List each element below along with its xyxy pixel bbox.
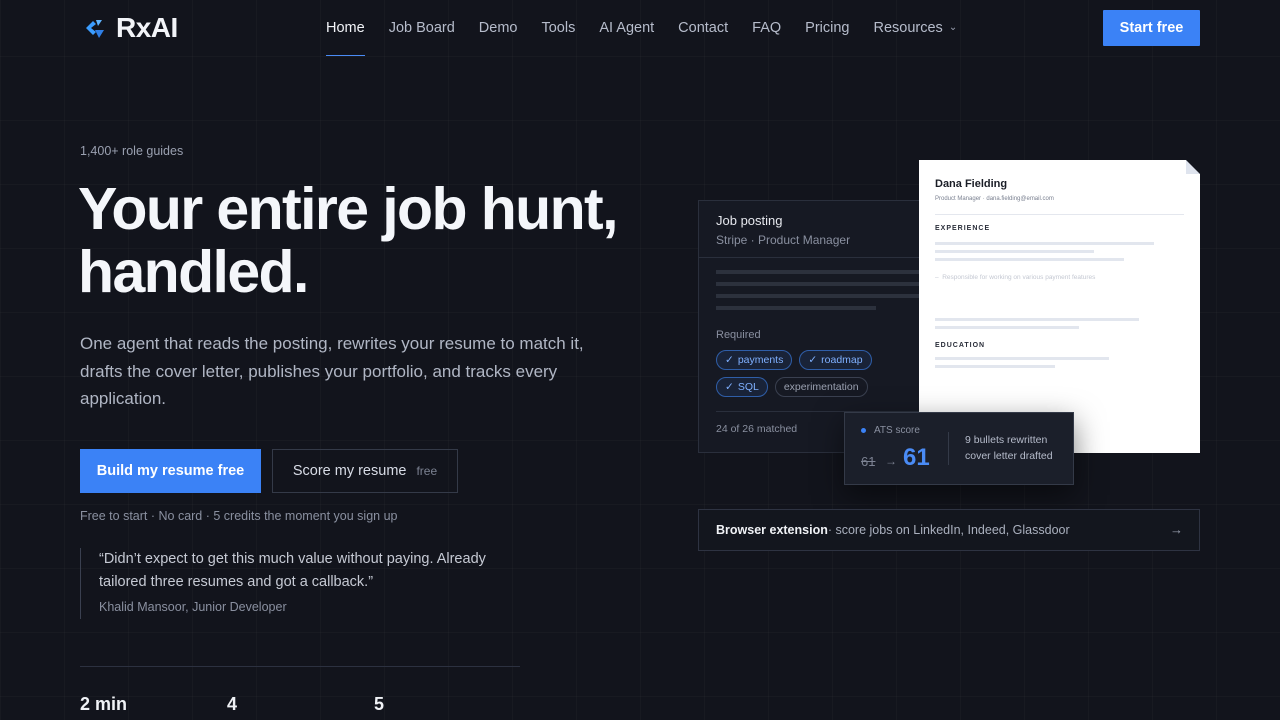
- skill-chip: ✓ roadmap: [799, 350, 872, 370]
- skill-chips: ✓ payments ✓ roadmap ✓ SQL experimentation: [716, 350, 916, 397]
- check-icon: ✓: [808, 354, 818, 366]
- logo-icon: [86, 20, 104, 38]
- matched-count: 24 of 26 matched: [716, 423, 798, 435]
- score-resume-label: Score my resume: [292, 463, 407, 479]
- ats-note-2: cover letter drafted: [965, 450, 1053, 462]
- resume-line: [935, 242, 1154, 245]
- divider: [948, 432, 949, 465]
- nav-link-faq[interactable]: FAQ: [740, 0, 793, 56]
- arrow-right-icon: →: [1170, 522, 1183, 537]
- divider: [80, 666, 520, 667]
- ats-label: ATS score: [874, 425, 920, 436]
- stat-value: 2 min: [80, 694, 128, 714]
- nav-link-contact[interactable]: Contact: [666, 0, 740, 56]
- status-dot-icon: [861, 428, 866, 433]
- job-posting-title: Job posting: [716, 213, 783, 228]
- nav-link-tools[interactable]: Tools: [529, 0, 587, 56]
- placeholder-line: [716, 306, 876, 310]
- eyebrow: 1,400+ role guides: [80, 144, 184, 158]
- required-label: Required: [716, 329, 761, 341]
- resume-name: Dana Fielding: [935, 178, 1008, 190]
- arrow-right-icon: →: [885, 454, 897, 468]
- ats-notes: 9 bullets rewritten cover letter drafted: [965, 432, 1053, 464]
- nav-links: Home Job Board Demo Tools AI Agent Conta…: [314, 0, 969, 56]
- check-icon: ✓: [725, 354, 734, 366]
- nav-link-ai-agent[interactable]: AI Agent: [587, 0, 666, 56]
- chevron-down-icon: ⌄: [948, 21, 958, 33]
- extension-title: Browser extension: [716, 523, 828, 537]
- stats-row: 2 min 4 5: [80, 694, 521, 715]
- skill-chip-unmatched: experimentation: [774, 377, 868, 397]
- resume-line: [935, 365, 1055, 368]
- headline-line-2: handled.: [78, 239, 309, 305]
- nav-link-job-board[interactable]: Job Board: [377, 0, 467, 56]
- skill-chip-label: payments: [737, 354, 784, 366]
- resume-bullet-text: Responsible for working on various payme…: [942, 274, 1096, 281]
- browser-extension-link[interactable]: Browser extension · score jobs on Linked…: [698, 509, 1200, 551]
- resume-line: [935, 250, 1094, 253]
- stat-value: 4: [227, 694, 238, 714]
- resume-line: [935, 258, 1124, 261]
- resume-preview: Dana Fielding Product Manager · dana.fie…: [919, 160, 1200, 453]
- resume-line: [935, 326, 1079, 329]
- skill-chip-label: experimentation: [783, 381, 859, 393]
- resume-section-education: EDUCATION: [935, 342, 986, 349]
- stat-value: 5: [374, 694, 385, 714]
- nav-link-home[interactable]: Home: [314, 0, 377, 56]
- check-icon: ✓: [725, 381, 734, 393]
- resume-bullet: – Responsible for working on various pay…: [935, 274, 1096, 281]
- testimonial-author: Khalid Mansoor, Junior Developer: [99, 600, 287, 614]
- placeholder-line: [716, 282, 922, 286]
- ats-score-card: ATS score 61 → 61 9 bullets rewritten co…: [844, 412, 1074, 485]
- hero-headline: Your entire job hunt, handled.: [78, 178, 678, 304]
- resume-line: [935, 357, 1109, 360]
- page-fold: [1186, 160, 1200, 174]
- top-nav: RxAI Home Job Board Demo Tools AI Agent …: [0, 0, 1280, 56]
- ats-note-1: 9 bullets rewritten: [965, 434, 1048, 446]
- ats-old-score: 61: [861, 454, 876, 469]
- skill-chip: ✓ SQL: [716, 377, 768, 397]
- skill-chip: ✓ payments: [716, 350, 793, 370]
- logo[interactable]: RxAI: [82, 12, 178, 44]
- skill-chip-label: roadmap: [821, 354, 863, 366]
- start-free-button[interactable]: Start free: [1103, 10, 1200, 46]
- nav-link-pricing[interactable]: Pricing: [793, 0, 861, 56]
- job-posting-subtitle: Stripe · Product Manager: [716, 233, 851, 247]
- score-resume-button[interactable]: Score my resume free: [272, 449, 458, 493]
- testimonial: “Didn’t expect to get this much value wi…: [80, 548, 520, 619]
- ats-new-score: 61: [903, 444, 930, 471]
- job-posting-header: Job posting Stripe · Product Manager: [699, 201, 937, 258]
- build-resume-button[interactable]: Build my resume free: [80, 449, 261, 493]
- headline-line-1: Your entire job hunt,: [78, 176, 618, 242]
- resume-rule: [935, 214, 1184, 215]
- free-tag: free: [416, 464, 438, 478]
- hero-subtext: One agent that reads the posting, rewrit…: [80, 334, 584, 408]
- testimonial-text: “Didn’t expect to get this much value wi…: [99, 551, 486, 590]
- resume-line: [935, 318, 1139, 321]
- nav-link-resources[interactable]: Resources ⌄: [862, 0, 970, 56]
- nav-link-resources-label: Resources: [873, 20, 943, 36]
- nav-link-demo[interactable]: Demo: [467, 0, 530, 56]
- placeholder-lines: [699, 258, 937, 310]
- fine-print: Free to start · No card · 5 credits the …: [80, 509, 398, 523]
- resume-meta: Product Manager · dana.fielding@email.co…: [935, 196, 1054, 202]
- logo-text: RxAI: [116, 12, 178, 43]
- skill-chip-label: SQL: [737, 381, 759, 393]
- placeholder-line: [716, 294, 922, 298]
- extension-description: · score jobs on LinkedIn, Indeed, Glassd…: [827, 523, 1070, 537]
- placeholder-line: [716, 270, 922, 274]
- resume-section-experience: EXPERIENCE: [935, 225, 991, 232]
